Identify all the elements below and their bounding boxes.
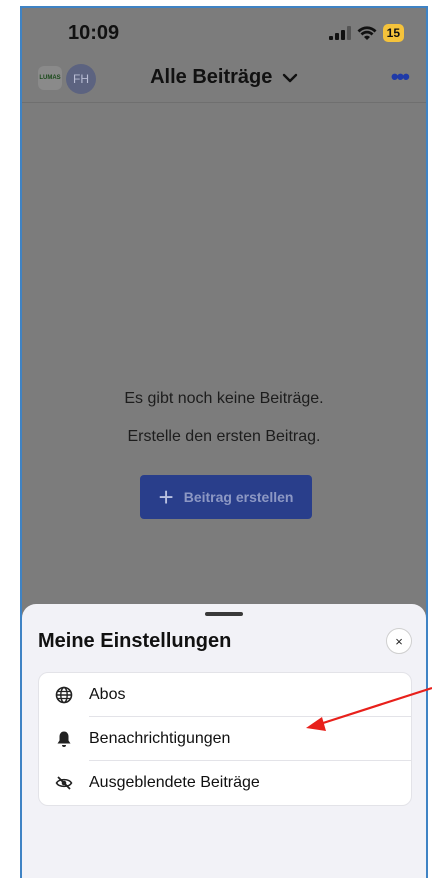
annotation-arrow bbox=[306, 686, 432, 731]
